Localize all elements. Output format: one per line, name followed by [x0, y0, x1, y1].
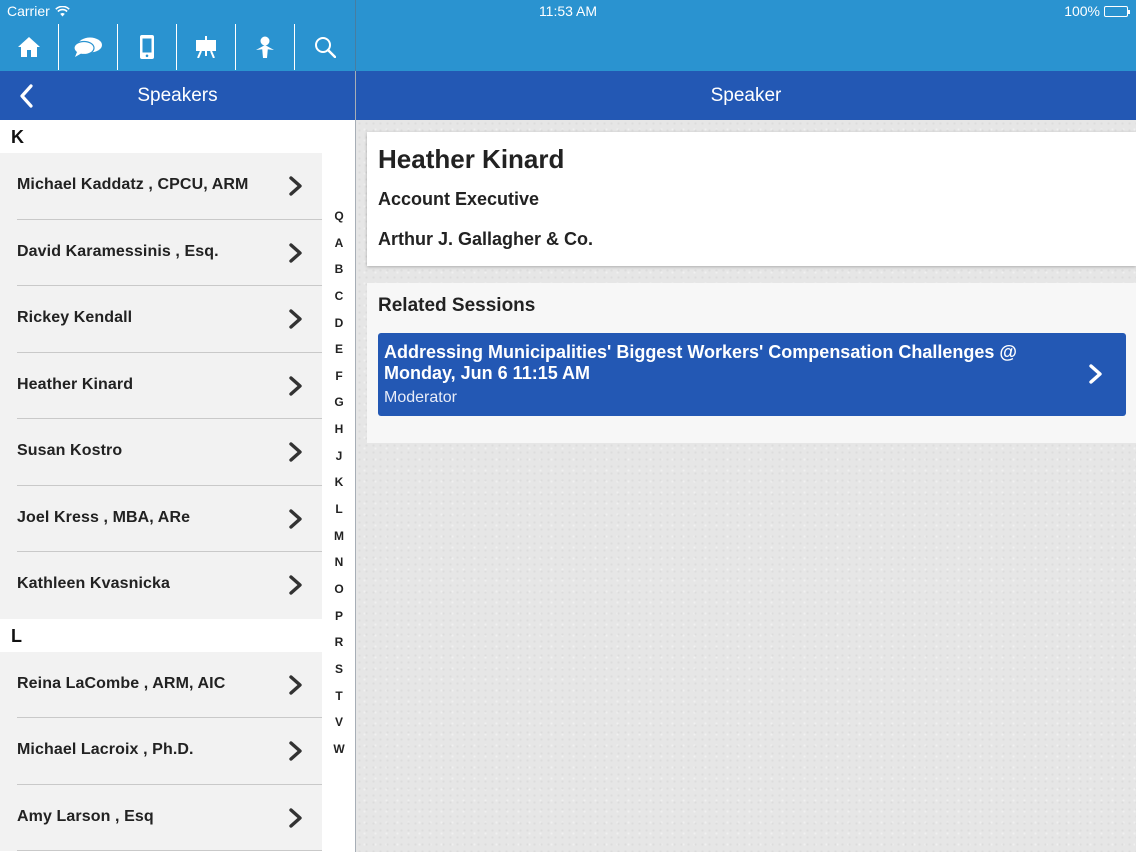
- index-letter[interactable]: O: [325, 582, 353, 609]
- speakers-button[interactable]: [236, 24, 295, 70]
- session-title: Addressing Municipalities' Biggest Worke…: [384, 342, 1017, 383]
- index-letter[interactable]: Q: [325, 209, 353, 236]
- list-item[interactable]: Amy Larson , Esq: [0, 784, 322, 851]
- related-sessions-heading: Related Sessions: [378, 295, 536, 316]
- index-letter[interactable]: N: [325, 555, 353, 582]
- exhibits-button[interactable]: [177, 24, 236, 70]
- index-letter[interactable]: P: [325, 609, 353, 636]
- session-item[interactable]: Addressing Municipalities' Biggest Worke…: [378, 333, 1126, 416]
- alphabet-index[interactable]: Q A B C D E F G H J K L M N O P R S T V …: [325, 209, 353, 768]
- list-item[interactable]: Michael Lacroix , Ph.D.: [0, 718, 322, 785]
- speaker-company: Arthur J. Gallagher & Co.: [378, 229, 594, 249]
- speakers-title: Speakers: [137, 85, 218, 106]
- speaker-detail-name: Heather Kinard: [378, 144, 565, 174]
- index-letter[interactable]: F: [325, 369, 353, 396]
- speaker-name: Susan Kostro: [17, 442, 123, 459]
- chevron-right-icon: [289, 807, 302, 828]
- index-letter[interactable]: V: [325, 715, 353, 742]
- speaker-card: Heather Kinard Account Executive Arthur …: [367, 132, 1136, 266]
- list-item[interactable]: Heather Kinard: [0, 352, 322, 419]
- speaker-name: Rickey Kendall: [17, 309, 133, 326]
- chevron-right-icon: [289, 375, 302, 396]
- index-letter[interactable]: E: [325, 342, 353, 369]
- chat-bubbles-icon: [73, 37, 102, 57]
- battery-percent: 100%: [1064, 3, 1100, 19]
- index-letter[interactable]: S: [325, 662, 353, 689]
- chevron-right-icon: [289, 508, 302, 529]
- list-item[interactable]: David Karamessinis , Esq.: [0, 219, 322, 286]
- index-letter[interactable]: M: [325, 529, 353, 556]
- index-letter[interactable]: G: [325, 395, 353, 422]
- list-item[interactable]: Michael Kaddatz , CPCU, ARM: [0, 153, 322, 220]
- toolbar: [0, 24, 356, 70]
- search-icon: [314, 37, 336, 58]
- index-letter[interactable]: K: [325, 475, 353, 502]
- list-item[interactable]: Susan Kostro: [0, 419, 322, 486]
- speaker-name: Heather Kinard: [17, 375, 134, 393]
- index-letter[interactable]: J: [325, 449, 353, 476]
- messages-button[interactable]: [59, 24, 118, 70]
- speaker-name: Michael Kaddatz , CPCU, ARM: [17, 176, 249, 193]
- index-letter[interactable]: R: [325, 635, 353, 662]
- chevron-right-icon: [289, 176, 302, 196]
- index-letter[interactable]: W: [325, 742, 353, 769]
- chevron-right-icon: [289, 309, 302, 329]
- index-letter[interactable]: C: [325, 289, 353, 316]
- speaker-name: Amy Larson , Esq: [17, 807, 154, 825]
- related-sessions-card: Related Sessions Addressing Municipaliti…: [367, 283, 1136, 443]
- easel-icon: [196, 36, 216, 58]
- section-header-l: L: [0, 618, 355, 652]
- speaker-name: Reina LaCombe , ARM, AIC: [17, 674, 226, 692]
- home-button[interactable]: [0, 24, 59, 70]
- speaker-detail-title: Speaker: [710, 85, 782, 106]
- separator: [17, 850, 322, 851]
- person-icon: [256, 36, 274, 58]
- device-button[interactable]: [118, 24, 177, 70]
- speaker-name: David Karamessinis , Esq.: [17, 242, 219, 260]
- speaker-name: Joel Kress , MBA, ARe: [17, 508, 191, 526]
- battery: 100%: [1064, 3, 1130, 19]
- index-letter[interactable]: D: [325, 316, 353, 343]
- list-item[interactable]: Kathleen Kvasnicka: [0, 552, 322, 619]
- status-time: 11:53 AM: [538, 3, 598, 19]
- chevron-right-icon: [289, 442, 302, 462]
- session-role: Moderator: [384, 389, 457, 406]
- speaker-detail-pane: Heather Kinard Account Executive Arthur …: [356, 120, 1136, 852]
- speaker-nav-bar: Speaker: [356, 71, 1136, 120]
- chevron-right-icon: [289, 741, 302, 761]
- search-button[interactable]: [295, 24, 354, 70]
- index-letter[interactable]: A: [325, 236, 353, 263]
- speaker-name: Michael Lacroix , Ph.D.: [17, 741, 194, 758]
- chevron-right-icon: [289, 674, 302, 695]
- battery-icon: [1104, 5, 1130, 17]
- speaker-list[interactable]: K Michael Kaddatz , CPCU, ARM David Kara…: [0, 120, 355, 852]
- speakers-nav-bar: Speakers: [0, 71, 355, 120]
- list-item[interactable]: Joel Kress , MBA, ARe: [0, 485, 322, 552]
- index-letter[interactable]: T: [325, 689, 353, 716]
- index-letter[interactable]: H: [325, 422, 353, 449]
- chevron-right-icon: [289, 242, 302, 263]
- speaker-job-title: Account Executive: [378, 189, 540, 209]
- speaker-name: Kathleen Kvasnicka: [17, 575, 170, 592]
- list-item[interactable]: Reina LaCombe , ARM, AIC: [0, 651, 322, 718]
- section-header-k: K: [0, 120, 355, 153]
- list-item[interactable]: Rickey Kendall: [0, 286, 322, 353]
- home-icon: [18, 37, 40, 57]
- chevron-right-icon: [289, 575, 302, 595]
- index-letter[interactable]: L: [325, 502, 353, 529]
- chevron-right-icon: [1089, 364, 1102, 384]
- index-letter[interactable]: B: [325, 262, 353, 289]
- status-bar: Carrier 11:53 AM 100%: [0, 0, 1136, 22]
- phone-icon: [140, 35, 154, 59]
